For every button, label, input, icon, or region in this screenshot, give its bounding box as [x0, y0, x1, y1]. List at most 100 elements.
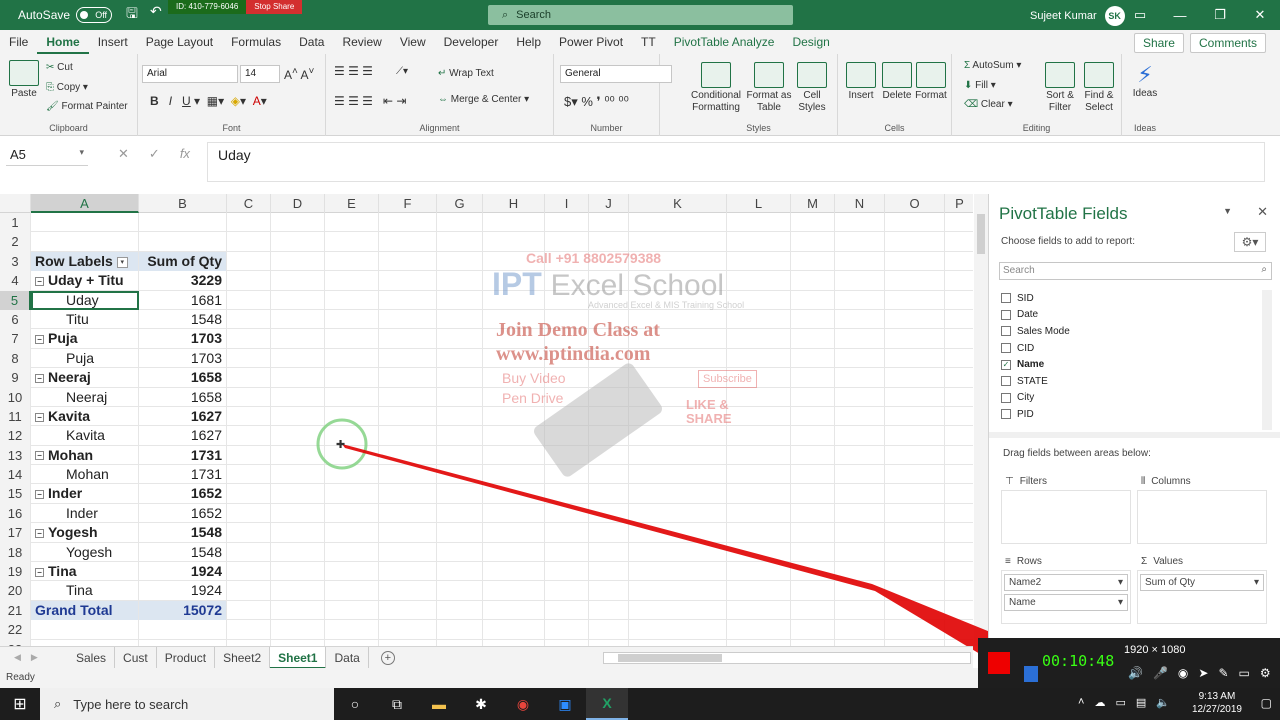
cell[interactable] [791, 542, 835, 563]
tab-power-pivot[interactable]: Power Pivot [550, 30, 632, 54]
cell-a[interactable] [31, 213, 139, 233]
rows-field-pill[interactable]: Name2 ▾ [1004, 574, 1128, 591]
cell[interactable] [325, 368, 379, 388]
cell[interactable] [835, 620, 885, 640]
cell[interactable] [589, 600, 629, 621]
cell[interactable] [589, 271, 629, 291]
cell[interactable] [545, 271, 589, 291]
cell[interactable] [325, 213, 379, 233]
cell[interactable] [835, 445, 885, 466]
cell-b[interactable]: 1627 [139, 406, 227, 427]
pivot-field-pid[interactable]: PID [999, 406, 1262, 423]
cell[interactable] [227, 329, 271, 349]
field-checkbox[interactable] [1001, 376, 1011, 387]
cell[interactable] [589, 406, 629, 427]
cell-a[interactable]: Kavita [31, 426, 139, 446]
cell[interactable] [483, 600, 545, 621]
cell[interactable] [885, 600, 945, 621]
cell[interactable] [945, 349, 973, 368]
cell[interactable] [629, 213, 727, 233]
row-header[interactable]: 7 [0, 329, 31, 349]
row-header[interactable]: 1 [0, 213, 31, 233]
cell[interactable] [437, 484, 483, 504]
column-header-n[interactable]: N [835, 194, 885, 213]
row-header[interactable]: 18 [0, 542, 31, 563]
cell[interactable] [271, 290, 325, 310]
cell[interactable] [271, 271, 325, 291]
stop-share-button[interactable]: Stop Share [246, 0, 303, 14]
close-panel-icon[interactable]: ✕ [1257, 204, 1268, 220]
cell[interactable] [885, 542, 945, 563]
cell-b[interactable] [139, 620, 227, 640]
cell[interactable] [727, 542, 791, 563]
row-header[interactable]: 12 [0, 426, 31, 446]
panel-separator[interactable] [989, 432, 1280, 438]
row-header[interactable]: 8 [0, 348, 31, 369]
cell[interactable] [227, 348, 271, 369]
tab-design[interactable]: Design [783, 30, 838, 54]
cell[interactable] [325, 309, 379, 330]
collapse-icon[interactable]: − [35, 335, 44, 345]
cell[interactable] [483, 465, 545, 485]
cell[interactable] [545, 484, 589, 504]
tray-chevron-icon[interactable]: ˄ [1078, 696, 1084, 709]
collapse-icon[interactable]: − [35, 276, 44, 286]
chrome-icon[interactable]: ◉ [502, 688, 544, 720]
cell[interactable] [945, 291, 973, 310]
cell[interactable] [483, 620, 545, 640]
cell[interactable] [271, 503, 325, 524]
collapse-icon[interactable]: − [35, 567, 44, 577]
cell[interactable] [483, 484, 545, 504]
cell[interactable] [727, 600, 791, 621]
cell[interactable] [379, 581, 437, 601]
task-view-icon[interactable]: ⧉ [376, 688, 418, 720]
cell[interactable] [545, 368, 589, 388]
cell-b[interactable]: 1731 [139, 465, 227, 485]
border-icon[interactable]: ▦ [207, 94, 218, 108]
cell[interactable] [885, 213, 945, 233]
cell[interactable] [325, 232, 379, 252]
pointer-icon[interactable]: ➤ [1198, 666, 1208, 680]
cell[interactable] [545, 465, 589, 485]
cell[interactable] [325, 523, 379, 543]
record-stop-button[interactable] [988, 652, 1010, 674]
cell[interactable] [791, 562, 835, 582]
tab-view[interactable]: View [391, 30, 435, 54]
columns-area[interactable]: ⫴ Columns [1137, 472, 1267, 544]
cell[interactable] [227, 503, 271, 524]
rows-drop-zone[interactable]: Name2 ▾ Name ▾ [1001, 570, 1131, 624]
cell[interactable] [325, 426, 379, 446]
cell[interactable] [945, 213, 973, 232]
cell[interactable] [791, 271, 835, 291]
cell[interactable] [727, 562, 791, 582]
cell[interactable] [835, 329, 885, 349]
cell[interactable] [589, 290, 629, 310]
cell[interactable] [545, 581, 589, 601]
cell[interactable] [227, 368, 271, 388]
add-sheet-icon[interactable]: + [380, 650, 395, 665]
cell[interactable] [379, 329, 437, 349]
webcam-icon[interactable]: ◉ [1178, 666, 1188, 680]
cell-a[interactable]: − Inder [31, 484, 139, 504]
speaker-icon[interactable]: 🔊 [1128, 666, 1143, 680]
cell[interactable] [835, 387, 885, 407]
cell-b[interactable]: Sum of Qty [139, 251, 227, 272]
vertical-scrollbar[interactable] [974, 194, 988, 646]
cell[interactable] [437, 523, 483, 543]
row-header[interactable]: 17 [0, 523, 31, 543]
cell[interactable] [325, 290, 379, 310]
cell[interactable] [545, 251, 589, 272]
cell[interactable] [885, 426, 945, 446]
field-checkbox[interactable] [1001, 409, 1011, 420]
cell[interactable] [835, 309, 885, 330]
cell[interactable] [885, 271, 945, 291]
cell[interactable] [379, 271, 437, 291]
cell[interactable] [325, 445, 379, 466]
cell[interactable] [589, 213, 629, 233]
cell[interactable] [227, 581, 271, 601]
column-header-l[interactable]: L [727, 194, 791, 213]
sheet-tab-product[interactable]: Product [157, 646, 216, 669]
cell[interactable] [545, 387, 589, 407]
filters-area[interactable]: ⊤ Filters [1001, 472, 1131, 544]
cell[interactable] [629, 271, 727, 291]
